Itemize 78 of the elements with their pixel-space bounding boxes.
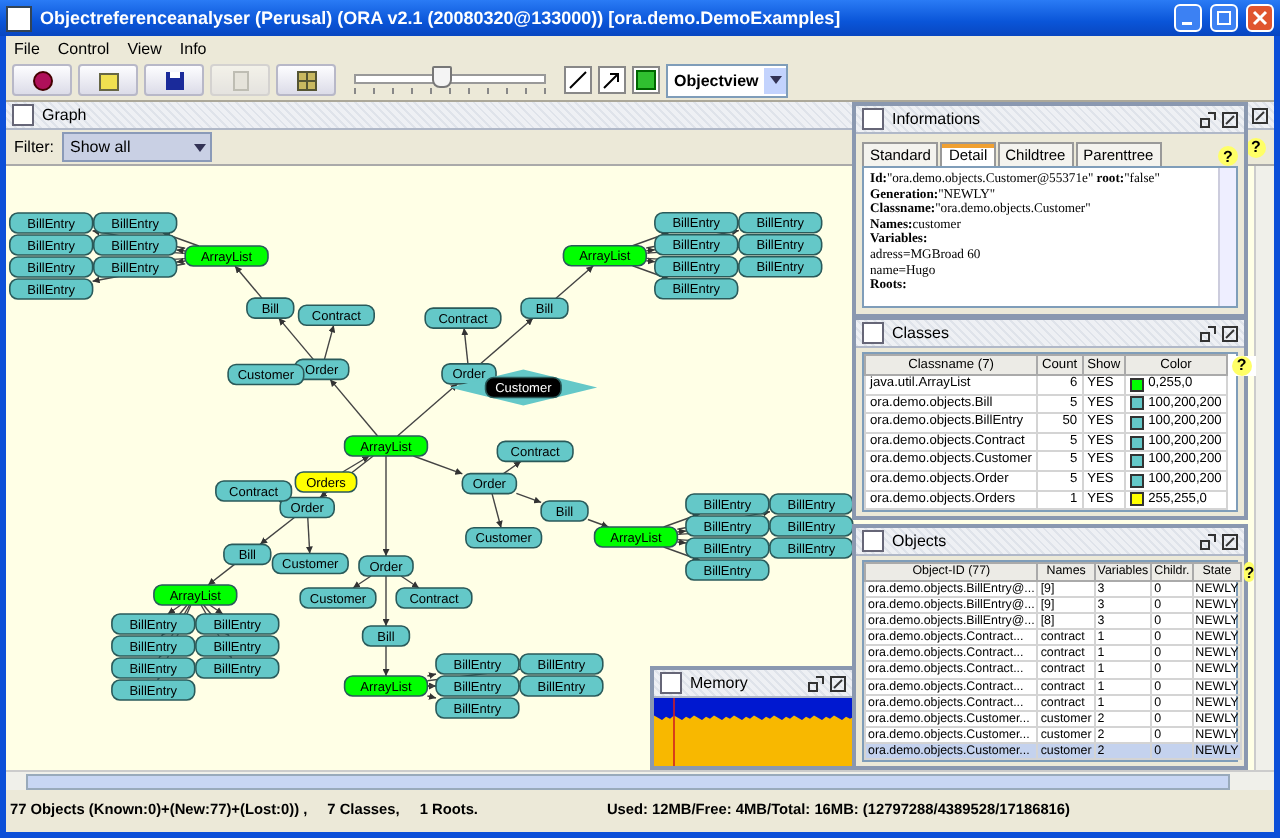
save-icon: [163, 69, 185, 91]
restore-icon[interactable]: [1200, 325, 1216, 341]
slider-thumb[interactable]: [432, 66, 453, 88]
panel-title: Memory: [690, 674, 748, 692]
edge-arrow: [515, 492, 542, 504]
tool-button[interactable]: [564, 66, 592, 94]
edge-arrow: [396, 383, 459, 437]
menu-item[interactable]: View: [127, 39, 162, 57]
close-button[interactable]: [1246, 4, 1274, 32]
edge-arrow: [259, 516, 296, 546]
panel-title: Classes: [892, 324, 949, 342]
edge-arrow: [382, 645, 390, 677]
maximize-icon: [1216, 10, 1232, 26]
edge-arrow: [352, 575, 372, 589]
toolbar-button[interactable]: [144, 64, 204, 96]
window-icon: [12, 104, 34, 126]
edge-arrow: [305, 516, 313, 555]
edge-arrow: [555, 265, 595, 299]
filter-label: Filter:: [14, 138, 54, 156]
line-icon: [568, 70, 588, 90]
edge-arrow: [587, 518, 610, 528]
help-icon[interactable]: ?: [1246, 137, 1266, 157]
menu-item[interactable]: Info: [179, 39, 207, 57]
menu-item[interactable]: File: [14, 39, 40, 57]
circle-icon: [31, 69, 53, 91]
edge-arrow: [502, 460, 522, 475]
edge-arrow: [382, 575, 390, 627]
maximize-button[interactable]: [1210, 4, 1238, 32]
zoom-slider[interactable]: [354, 66, 546, 94]
help-icon[interactable]: ?: [1218, 146, 1238, 166]
page-icon: [229, 69, 251, 91]
window-icon: [862, 322, 884, 344]
edge-arrow: [207, 563, 236, 586]
folder-icon: [97, 69, 119, 91]
edge-arrow: [234, 265, 263, 299]
square-icon: [636, 70, 656, 90]
restore-icon[interactable]: [1200, 111, 1216, 127]
window-icon: [862, 530, 884, 552]
vertical-scrollbar[interactable]: [1218, 168, 1236, 306]
tool-button[interactable]: [632, 66, 660, 94]
maximize-icon[interactable]: [1222, 533, 1238, 549]
arrow-icon: [602, 70, 622, 90]
restore-icon[interactable]: [1200, 533, 1216, 549]
window-icon: [862, 108, 884, 130]
close-icon: [1252, 10, 1268, 26]
horizontal-scrollbar[interactable]: [6, 770, 1274, 790]
edge-arrow: [382, 455, 390, 557]
caret-icon: [194, 143, 206, 151]
help-icon[interactable]: ?: [1244, 562, 1255, 582]
edge-arrow: [400, 575, 420, 589]
vertical-scrollbar[interactable]: [1254, 166, 1274, 770]
filter-select[interactable]: Show all: [62, 132, 212, 162]
edge-arrow: [323, 324, 336, 361]
help-icon[interactable]: ?: [1231, 355, 1252, 375]
app-icon: [6, 5, 32, 31]
edge-arrow: [412, 455, 464, 475]
toolbar-button[interactable]: [12, 64, 72, 96]
edge-arrow: [278, 317, 315, 361]
maximize-icon[interactable]: [1222, 111, 1238, 127]
panel-title: Objects: [892, 532, 947, 550]
edge-arrow: [461, 327, 469, 365]
edge-arrow: [491, 492, 503, 529]
maximize-icon[interactable]: [1222, 325, 1238, 341]
maximize-icon[interactable]: [1252, 107, 1268, 123]
toolbar-button[interactable]: [276, 64, 336, 96]
tool-button[interactable]: [598, 66, 626, 94]
panel-title: Graph: [42, 106, 87, 124]
edge-arrow: [329, 378, 379, 437]
window-icon: [660, 672, 682, 694]
restore-icon[interactable]: [808, 675, 824, 691]
menu-item[interactable]: Control: [57, 39, 110, 57]
maximize-icon[interactable]: [830, 675, 846, 691]
panel-title: Informations: [892, 110, 981, 128]
window-title: Objectreferenceanalyser (Perusal) (ORA v2.1 (20080320@133000)) [ora.demo.DemoExamples]: [40, 8, 843, 28]
grid-icon: [295, 69, 317, 91]
minimize-button[interactable]: [1174, 4, 1202, 32]
view-select[interactable]: Objectview: [666, 63, 789, 97]
caret-icon: [769, 76, 782, 84]
